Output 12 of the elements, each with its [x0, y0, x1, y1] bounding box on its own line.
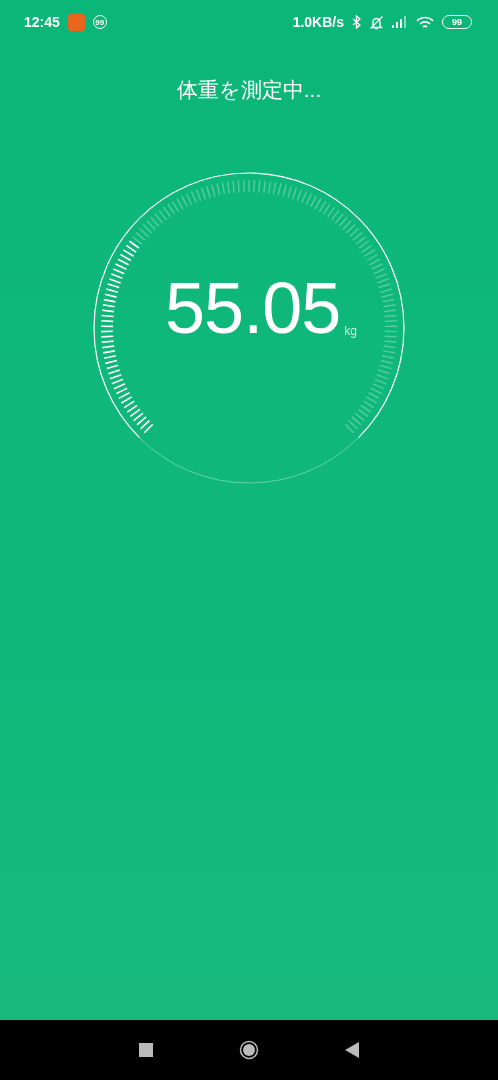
back-button[interactable] — [345, 1042, 359, 1058]
network-speed: 1.0KB/s — [292, 14, 344, 30]
bluetooth-icon — [352, 15, 361, 29]
app-notification-icon — [67, 13, 85, 31]
weight-value: 55.05 — [165, 272, 341, 344]
muted-bell-icon — [369, 14, 384, 30]
signal-icon — [392, 16, 408, 28]
clock-time: 12:45 — [24, 14, 60, 30]
wifi-icon — [416, 15, 434, 29]
measuring-title: 体重を測定中... — [176, 77, 322, 103]
weight-unit: kg — [344, 324, 357, 338]
home-button[interactable] — [239, 1040, 259, 1060]
